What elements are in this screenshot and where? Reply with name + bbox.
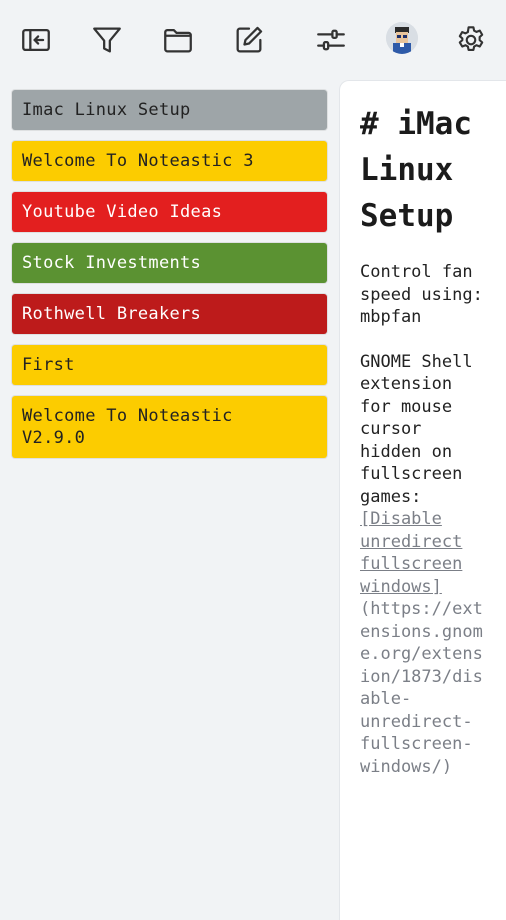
gear-icon[interactable] <box>451 20 491 60</box>
note-item-rothwell-breakers[interactable]: Rothwell Breakers <box>12 294 327 334</box>
edit-note-icon[interactable] <box>229 20 269 60</box>
folder-icon[interactable] <box>158 20 198 60</box>
note-item-first[interactable]: First <box>12 345 327 385</box>
note-detail-panel[interactable]: # iMac Linux Setup Control fan speed usi… <box>339 80 506 920</box>
avatar[interactable] <box>386 22 418 54</box>
sliders-icon[interactable] <box>311 20 351 60</box>
note-item-welcome-noteastic-3[interactable]: Welcome To Noteastic 3 <box>12 141 327 181</box>
note-list: Imac Linux Setup Welcome To Noteastic 3 … <box>12 90 327 469</box>
note-heading: # iMac Linux Setup <box>360 106 472 234</box>
note-paragraph-gnome: GNOME Shell extension for mouse cursor h… <box>360 351 488 779</box>
sidebar-collapse-icon[interactable] <box>16 20 56 60</box>
extension-link[interactable]: [Disable unredirect fullscreen windows] <box>360 509 462 597</box>
note-paragraph-gnome-text: GNOME Shell extension for mouse cursor h… <box>360 351 473 507</box>
note-paragraph-fan: Control fan speed using: mbpfan <box>360 262 483 327</box>
extension-url: (https://extensions.gnome.org/extension/… <box>360 599 483 777</box>
filter-icon[interactable] <box>87 20 127 60</box>
toolbar <box>0 0 506 80</box>
note-item-youtube-video-ideas[interactable]: Youtube Video Ideas <box>12 192 327 232</box>
note-item-welcome-noteastic-v290[interactable]: Welcome To Noteastic V2.9.0 <box>12 396 327 458</box>
note-item-stock-investments[interactable]: Stock Investments <box>12 243 327 283</box>
note-item-imac-linux-setup[interactable]: Imac Linux Setup <box>12 90 327 130</box>
